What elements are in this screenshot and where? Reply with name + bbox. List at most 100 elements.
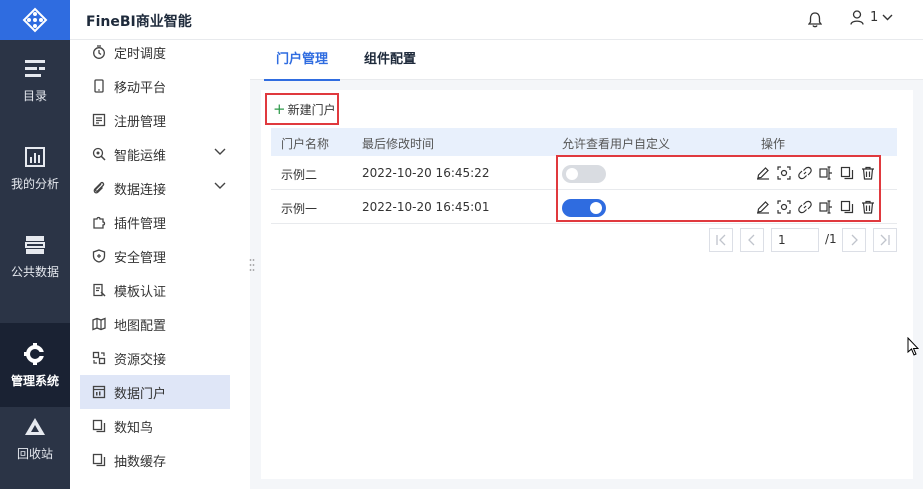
table-row[interactable]: 示例二 2022-10-20 16:45:22 bbox=[271, 157, 897, 190]
sidebar-item-extract-cache[interactable]: 抽数缓存 bbox=[80, 443, 230, 477]
timer-icon bbox=[93, 45, 105, 59]
last-page-button[interactable] bbox=[873, 228, 897, 252]
rail-label: 公共数据 bbox=[10, 264, 59, 279]
ops-icon bbox=[92, 147, 106, 161]
first-page-button[interactable] bbox=[709, 228, 733, 252]
chevron-left-icon bbox=[748, 234, 755, 246]
sidebar-item-template-auth[interactable]: 模板认证 bbox=[80, 273, 230, 307]
chevron-down-icon bbox=[882, 14, 893, 21]
edit-icon[interactable] bbox=[756, 200, 770, 214]
app-rail: 目录 我的分析 公共数据 管理系统 回收站 bbox=[0, 0, 70, 489]
copy-icon bbox=[92, 453, 106, 467]
sidebar-item-security[interactable]: 安全管理 bbox=[80, 239, 230, 273]
table-row[interactable]: 示例一 2022-10-20 16:45:01 bbox=[271, 191, 897, 224]
user-icon bbox=[850, 10, 864, 25]
finebi-logo[interactable] bbox=[0, 0, 70, 40]
rail-item-catalog[interactable]: 目录 bbox=[0, 40, 70, 120]
sidebar-item-resource-handover[interactable]: 资源交接 bbox=[80, 341, 230, 375]
copy-icon[interactable] bbox=[840, 200, 854, 214]
map-icon bbox=[92, 317, 106, 331]
sidebar-item-mobile[interactable]: 移动平台 bbox=[80, 69, 230, 103]
link-icon[interactable] bbox=[798, 200, 812, 214]
rail-label: 回收站 bbox=[16, 446, 53, 461]
resize-handle-icon[interactable] bbox=[249, 258, 255, 272]
modified-time: 2022-10-20 16:45:22 bbox=[362, 166, 490, 180]
preview-icon[interactable] bbox=[777, 166, 791, 180]
sidebar-item-map-config[interactable]: 地图配置 bbox=[80, 307, 230, 341]
edit-icon[interactable] bbox=[756, 166, 770, 180]
page-number-input[interactable] bbox=[771, 228, 819, 252]
last-page-icon bbox=[880, 234, 890, 246]
row-actions bbox=[756, 200, 882, 214]
column-header: 最后修改时间 bbox=[362, 137, 435, 151]
tab-bar: 门户管理 组件配置 bbox=[250, 40, 923, 81]
link-icon bbox=[93, 181, 105, 194]
page-total: /1 bbox=[825, 232, 837, 246]
chevron-right-icon bbox=[851, 234, 858, 246]
next-page-button[interactable] bbox=[842, 228, 866, 252]
catalog-icon bbox=[23, 57, 47, 81]
app-title: FineBI商业智能 bbox=[86, 14, 192, 30]
modified-time: 2022-10-20 16:45:01 bbox=[362, 200, 490, 214]
rail-item-recycle[interactable]: 回收站 bbox=[0, 398, 70, 478]
plus-icon: + bbox=[273, 99, 286, 118]
chevron-down-icon bbox=[214, 148, 226, 155]
portal-icon bbox=[92, 385, 106, 399]
rail-label: 我的分析 bbox=[10, 176, 59, 191]
recycle-icon bbox=[23, 415, 47, 439]
new-portal-button[interactable]: + 新建门户 bbox=[265, 93, 339, 125]
toggle-knob bbox=[566, 168, 578, 180]
rail-label: 管理系统 bbox=[10, 373, 59, 388]
new-portal-label: 新建门户 bbox=[287, 102, 336, 117]
portal-name: 示例一 bbox=[281, 202, 318, 216]
sidebar-item-plugin[interactable]: 插件管理 bbox=[80, 205, 230, 239]
chevron-down-icon bbox=[214, 182, 226, 189]
rail-item-management[interactable]: 管理系统 bbox=[0, 323, 70, 407]
preview-icon[interactable] bbox=[777, 200, 791, 214]
user-menu[interactable]: 1 bbox=[850, 10, 893, 25]
copy-icon[interactable] bbox=[840, 166, 854, 180]
resource-icon bbox=[92, 351, 106, 365]
manage-gear-icon bbox=[23, 342, 47, 366]
sidebar-item-shuzhiniao[interactable]: 数知鸟 bbox=[80, 409, 230, 443]
row-actions bbox=[756, 166, 882, 180]
shield-icon bbox=[92, 249, 106, 263]
sidebar-item-ops[interactable]: 智能运维 bbox=[80, 137, 230, 171]
move-icon[interactable] bbox=[819, 200, 833, 214]
column-header: 操作 bbox=[761, 137, 786, 151]
register-icon bbox=[92, 113, 106, 127]
column-header: 门户名称 bbox=[281, 137, 330, 151]
portal-name: 示例二 bbox=[281, 168, 318, 182]
move-icon[interactable] bbox=[819, 166, 833, 180]
plugin-icon bbox=[93, 216, 106, 229]
sidebar-item-schedule[interactable]: 定时调度 bbox=[80, 40, 230, 69]
table-header: 门户名称 最后修改时间 允许查看用户自定义 操作 bbox=[271, 128, 897, 156]
management-sidebar: 定时调度 移动平台 注册管理 智能运维 数据连接 插件管理 安全管理 模板认证 … bbox=[70, 40, 250, 489]
tab-portal-management[interactable]: 门户管理 bbox=[263, 40, 341, 81]
user-name: 1 bbox=[870, 10, 879, 25]
tab-component-config[interactable]: 组件配置 bbox=[364, 40, 416, 80]
delete-icon[interactable] bbox=[861, 200, 875, 214]
public-data-icon bbox=[23, 233, 47, 257]
rail-item-my-analysis[interactable]: 我的分析 bbox=[0, 128, 70, 208]
prev-page-button[interactable] bbox=[740, 228, 764, 252]
allow-custom-toggle[interactable] bbox=[562, 199, 606, 217]
logo-icon bbox=[22, 7, 48, 33]
notification-bell-icon[interactable] bbox=[808, 12, 822, 28]
first-page-icon bbox=[716, 234, 726, 246]
rail-item-public-data[interactable]: 公共数据 bbox=[0, 216, 70, 296]
mouse-cursor-icon bbox=[907, 337, 919, 356]
column-header: 允许查看用户自定义 bbox=[562, 137, 671, 151]
sidebar-item-data-portal[interactable]: 数据门户 bbox=[80, 375, 230, 409]
toggle-knob bbox=[590, 202, 602, 214]
sidebar-item-register[interactable]: 注册管理 bbox=[80, 103, 230, 137]
analysis-icon bbox=[23, 145, 47, 169]
top-bar: FineBI商业智能 1 bbox=[70, 0, 923, 40]
template-icon bbox=[93, 283, 106, 297]
delete-icon[interactable] bbox=[861, 166, 875, 180]
mobile-icon bbox=[94, 79, 104, 93]
allow-custom-toggle[interactable] bbox=[562, 165, 606, 183]
sidebar-item-data-connection[interactable]: 数据连接 bbox=[80, 171, 230, 205]
link-icon[interactable] bbox=[798, 166, 812, 180]
rail-label: 目录 bbox=[22, 88, 47, 103]
